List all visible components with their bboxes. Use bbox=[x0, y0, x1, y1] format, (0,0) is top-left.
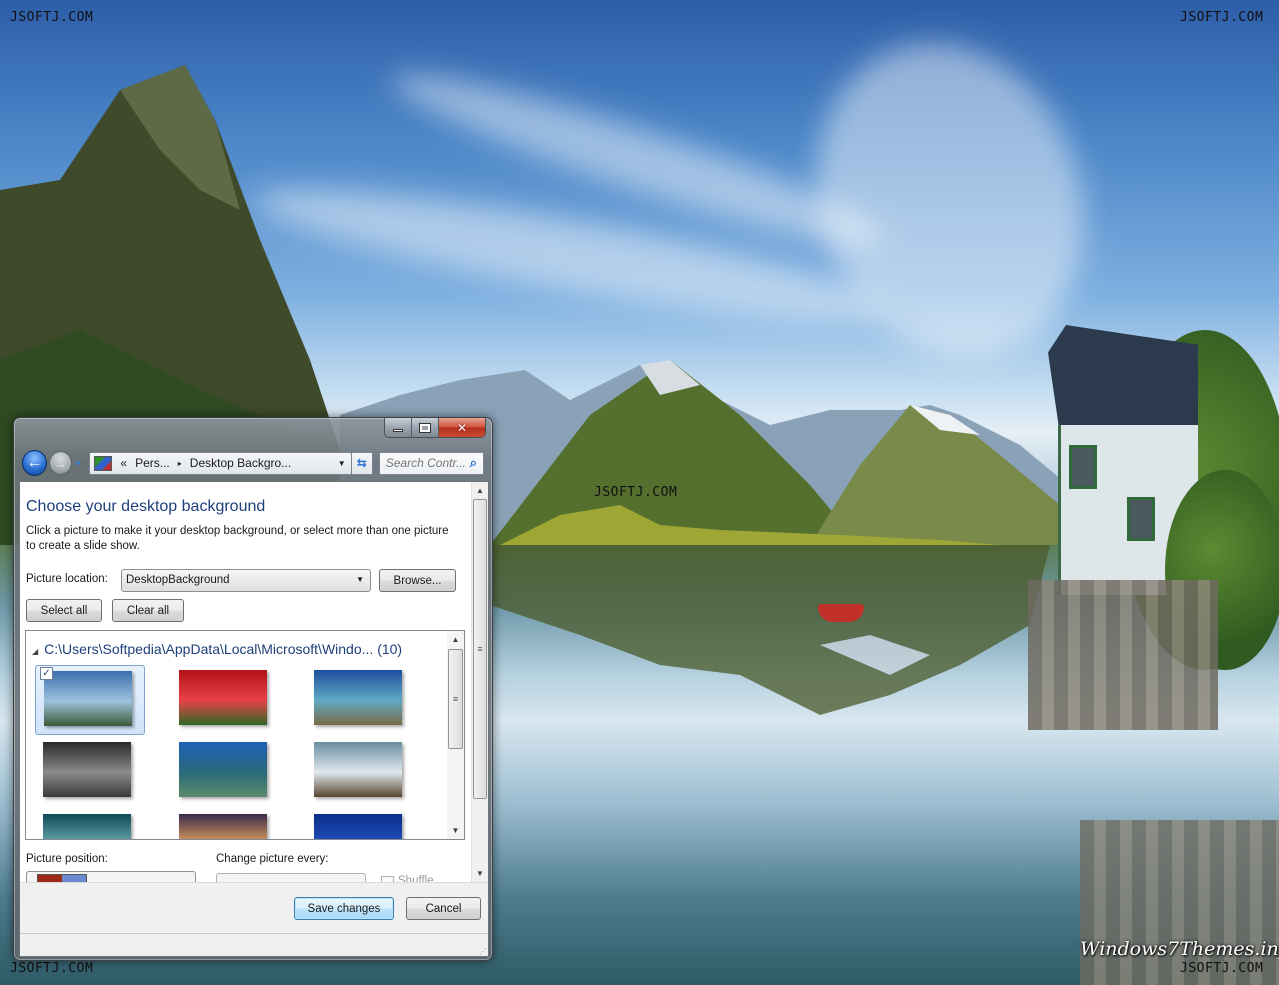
watermark-bottom-right: JSOFTJ.COM bbox=[1180, 961, 1264, 976]
wallpaper-thumbnail bbox=[314, 742, 402, 797]
breadcrumb-desktop-background[interactable]: Desktop Backgro... bbox=[186, 456, 295, 470]
change-picture-every-label: Change picture every: bbox=[216, 853, 329, 865]
mountain-reflection bbox=[490, 545, 1050, 715]
wallpaper-tile-teal-sky[interactable] bbox=[35, 809, 145, 839]
cancel-button[interactable]: Cancel bbox=[406, 897, 481, 920]
page-description: Click a picture to make it your desktop … bbox=[26, 525, 449, 552]
wallpaper-tile-fjord-lake[interactable]: ✓ bbox=[35, 665, 145, 735]
page-title: Choose your desktop background bbox=[26, 498, 266, 515]
position-preview-icon bbox=[37, 874, 87, 882]
wallpaper-thumbnail bbox=[314, 670, 402, 725]
content-scrollbar[interactable]: ▲ ≡ ▼ bbox=[471, 482, 488, 882]
select-all-button[interactable]: Select all bbox=[26, 599, 102, 622]
picture-position-label: Picture position: bbox=[26, 853, 108, 865]
watermark-center: JSOFTJ.COM bbox=[594, 485, 678, 500]
group-header[interactable]: ◢ C:\Users\Softpedia\AppData\Local\Micros… bbox=[32, 641, 402, 657]
wallpaper-tile-water-drops[interactable] bbox=[35, 737, 145, 807]
refresh-button[interactable]: ⇆ bbox=[351, 451, 373, 475]
picture-location-label: Picture location: bbox=[26, 573, 108, 585]
back-button[interactable]: ← bbox=[22, 450, 47, 476]
clear-all-button[interactable]: Clear all bbox=[112, 599, 184, 622]
wallpaper-tile-clear-lagoon[interactable] bbox=[171, 737, 281, 807]
wallpaper-tile-rocky-shore[interactable] bbox=[306, 737, 416, 807]
recent-pages-dropdown[interactable]: ▼ bbox=[74, 459, 84, 468]
wallpaper-thumbnail bbox=[179, 670, 267, 725]
change-interval-select[interactable] bbox=[216, 873, 366, 882]
search-icon[interactable]: ⌕ bbox=[470, 455, 477, 471]
group-path: C:\Users\Softpedia\AppData\Local\Microso… bbox=[44, 641, 403, 657]
content-pane: Choose your desktop background Click a p… bbox=[20, 482, 472, 882]
breadcrumb-personalization[interactable]: Pers... bbox=[131, 456, 174, 470]
picture-position-select[interactable] bbox=[26, 871, 196, 882]
control-panel-icon bbox=[94, 455, 113, 471]
picture-gallery: ◢ C:\Users\Softpedia\AppData\Local\Micros… bbox=[25, 630, 465, 840]
minimize-icon bbox=[393, 429, 403, 432]
brand-watermark: Windows7Themes.info bbox=[1080, 938, 1279, 960]
maximize-button[interactable] bbox=[412, 418, 439, 437]
refresh-icon: ⇆ bbox=[356, 456, 367, 470]
address-overflow[interactable]: « bbox=[116, 456, 131, 470]
wallpaper-thumbnail bbox=[43, 742, 131, 797]
stone-wall bbox=[1028, 580, 1218, 730]
picture-location-value: DesktopBackground bbox=[126, 574, 230, 586]
address-dropdown-icon[interactable]: ▼ bbox=[333, 459, 351, 468]
wallpaper-thumbnail bbox=[43, 814, 131, 839]
breadcrumb-separator-icon[interactable]: ▸ bbox=[174, 459, 186, 468]
navigation-bar: ← → ▼ « Pers... ▸ Desktop Backgro... ▼ ⇆… bbox=[22, 449, 485, 477]
wallpaper-thumbnail bbox=[179, 742, 267, 797]
red-boat bbox=[818, 604, 864, 622]
shuffle-label: Shuffle bbox=[398, 875, 434, 882]
wallpaper-thumbnail bbox=[44, 671, 132, 726]
close-button[interactable]: ✕ bbox=[439, 418, 485, 437]
watermark-bottom-left: JSOFTJ.COM bbox=[10, 961, 94, 976]
tile-checkbox[interactable]: ✓ bbox=[40, 667, 53, 680]
content-scroll-thumb[interactable]: ≡ bbox=[473, 499, 487, 799]
wallpaper-tile-tropical-island[interactable] bbox=[306, 665, 416, 735]
scroll-up-icon[interactable]: ▲ bbox=[472, 482, 488, 499]
browse-button[interactable]: Browse... bbox=[379, 569, 456, 592]
gallery-scrollbar[interactable]: ▲ ≡ ▼ bbox=[447, 631, 464, 839]
scroll-up-icon[interactable]: ▲ bbox=[447, 631, 464, 648]
watermark-top-left: JSOFTJ.COM bbox=[10, 10, 94, 25]
watermark-top-right: JSOFTJ.COM bbox=[1180, 10, 1264, 25]
close-icon: ✕ bbox=[456, 420, 468, 435]
status-bar: ⋰ bbox=[20, 933, 488, 956]
gallery-scroll-thumb[interactable]: ≡ bbox=[448, 649, 463, 749]
search-input[interactable] bbox=[385, 456, 470, 470]
search-box[interactable]: ⌕ bbox=[378, 451, 485, 475]
wallpaper-tile-red-tulips[interactable] bbox=[171, 665, 281, 735]
forward-arrow-icon: → bbox=[53, 455, 67, 471]
scroll-down-icon[interactable]: ▼ bbox=[447, 822, 464, 839]
caption-buttons: ✕ bbox=[384, 418, 486, 438]
wallpaper-tile-sunset-branches[interactable] bbox=[171, 809, 281, 839]
chevron-down-icon: ▼ bbox=[356, 575, 364, 584]
wallpaper-tile-deep-blue-sea[interactable] bbox=[306, 809, 416, 839]
resize-grip-icon[interactable]: ⋰ bbox=[479, 947, 487, 956]
minimize-button[interactable] bbox=[385, 418, 412, 437]
save-changes-button[interactable]: Save changes bbox=[294, 897, 394, 920]
collapse-triangle-icon[interactable]: ◢ bbox=[32, 647, 38, 656]
wallpaper-thumbnail bbox=[179, 814, 267, 839]
wallpaper-thumbnail bbox=[314, 814, 402, 839]
scroll-down-icon[interactable]: ▼ bbox=[472, 865, 488, 882]
desktop-background-window: ✕ ← → ▼ « Pers... ▸ Desktop Backgro... ▼… bbox=[13, 417, 493, 961]
picture-location-select[interactable]: DesktopBackground ▼ bbox=[121, 569, 371, 592]
dialog-footer: Save changes Cancel ⋰ bbox=[20, 882, 488, 956]
back-arrow-icon: ← bbox=[26, 454, 43, 471]
client-area: Choose your desktop background Click a p… bbox=[19, 481, 489, 957]
address-bar[interactable]: « Pers... ▸ Desktop Backgro... ▼ bbox=[89, 451, 352, 475]
maximize-icon bbox=[419, 422, 431, 433]
forward-button[interactable]: → bbox=[48, 451, 72, 475]
